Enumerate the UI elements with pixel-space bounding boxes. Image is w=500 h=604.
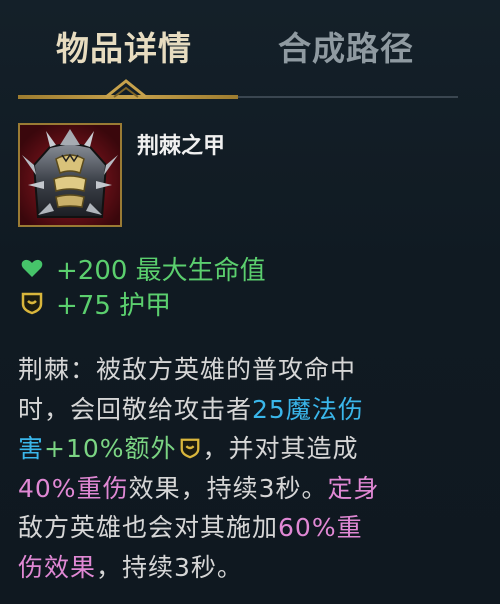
description-text: ，持续3秒。 (96, 552, 243, 582)
description-text: ，并对其造成 (202, 434, 359, 463)
item-name: 荆棘之甲 (137, 134, 226, 159)
description-line: 40%重伤效果，持续3秒。定身 (18, 469, 488, 509)
description-line: 敌方英雄也会对其施加60%重 (18, 508, 488, 548)
description-text: 敌方英雄也会对其施加 (18, 513, 279, 542)
description-line: 荆棘：被敌方英雄的普攻命中 (18, 350, 488, 390)
grievous-wounds-text: 40%重伤 (18, 473, 129, 503)
stat-armor-text: +75 护甲 (56, 290, 172, 321)
item-description: 荆棘：被敌方英雄的普攻命中 时，会回敬给攻击者25魔法伤 害+10%额外 ，并对… (18, 350, 488, 587)
stat-health: +200 最大生命值 (20, 252, 266, 286)
armor-shield-icon (21, 292, 43, 315)
description-line: 时，会回敬给攻击者25魔法伤 (18, 390, 488, 430)
passive-description-text: 荆棘：被敌方英雄的普攻命中 (18, 355, 357, 384)
description-line: 伤效果，持续3秒。 (18, 548, 488, 588)
magic-damage-text: 害 (18, 434, 45, 463)
stat-health-text: +200 最大生命值 (56, 255, 266, 286)
tab-build-path[interactable]: 合成路径 (278, 22, 414, 70)
tab-bar: 物品详情 合成路径 (0, 0, 500, 110)
tab-item-details[interactable]: 物品详情 (56, 22, 192, 70)
active-tab-caret-icon (105, 79, 147, 98)
grievous-wounds-text: 60%重 (278, 513, 363, 542)
heart-icon (21, 259, 43, 277)
description-line: 害+10%额外 ，并对其造成 (18, 429, 488, 469)
magic-damage-text: 25魔法伤 (252, 394, 364, 424)
description-text: 效果，持续3秒。 (128, 473, 328, 503)
item-detail-panel: 物品详情 合成路径 荆棘之甲 +200 最大生命值 +75 护甲 荆棘：被敌方英… (0, 0, 500, 604)
thornmail-armor-icon (20, 125, 120, 225)
grievous-wounds-text: 伤效果 (18, 552, 97, 582)
bonus-armor-ratio-text: +10%额外 (44, 434, 177, 463)
immobilize-text: 定身 (327, 473, 380, 503)
thornmail-item-icon[interactable] (18, 123, 122, 227)
description-text: 时，会回敬给攻击者 (18, 394, 253, 424)
armor-shield-icon (180, 438, 199, 459)
stat-armor: +75 护甲 (20, 287, 172, 321)
